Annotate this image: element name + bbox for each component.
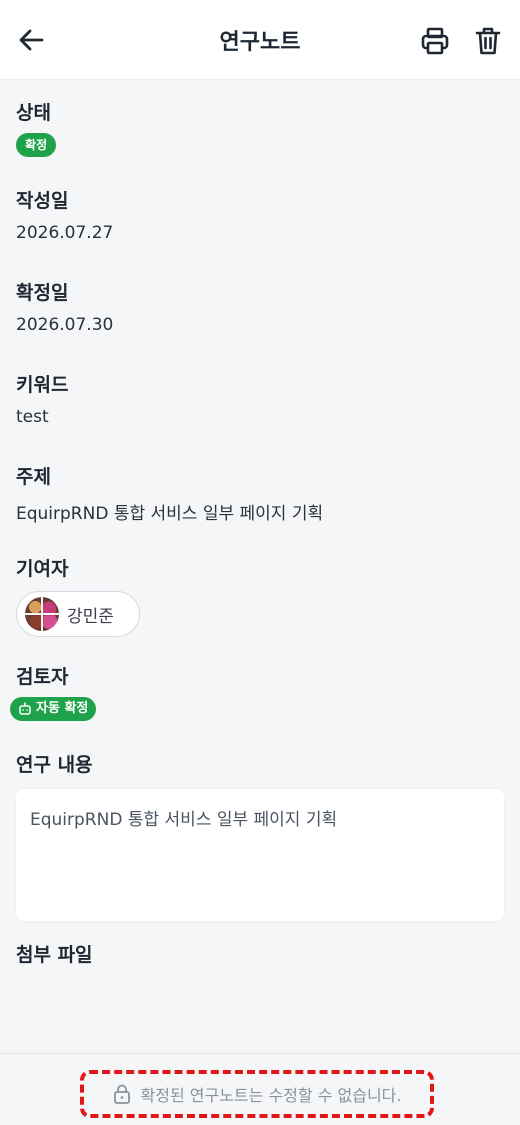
keyword-value: test [16,407,49,427]
robot-icon [19,702,31,715]
contributor-name: 강민준 [67,606,114,627]
attachments-label: 첨부 파일 [16,944,93,966]
subject-section: 주제 EquirpRND 통합 서비스 일부 페이지 기획 [16,462,323,524]
delete-button[interactable] [472,24,504,58]
reviewer-label: 검토자 [16,666,69,688]
auto-confirm-badge: 자동 확정 [10,697,97,721]
research-content-label: 연구 내용 [16,754,93,776]
footer-bar: 확정된 연구노트는 수정할 수 없습니다. [0,1053,520,1125]
trash-icon [475,27,501,55]
research-content-box: EquirpRND 통합 서비스 일부 페이지 기획 [16,789,504,921]
status-badge: 확정 [16,133,57,157]
subject-value: EquirpRND 통합 서비스 일부 페이지 기획 [16,504,324,524]
created-date-value: 2026.07.27 [16,223,114,243]
created-date-label: 작성일 [16,190,69,212]
attachments-section: 첨부 파일 [16,940,93,967]
contributor-chip[interactable]: 강민준 [16,591,140,637]
confirmed-date-value: 2026.07.30 [16,315,114,335]
subject-label: 주제 [16,466,51,488]
status-section: 상태 확정 [16,98,57,157]
lock-icon [113,1084,130,1104]
contributor-section: 기여자 강민준 [16,554,140,637]
print-button[interactable] [418,24,452,58]
keyword-label: 키워드 [16,374,69,396]
contributor-label: 기여자 [16,558,69,580]
avatar [25,597,59,631]
status-label: 상태 [16,102,51,124]
auto-confirm-text: 자동 확정 [36,701,89,716]
research-content-section: 연구 내용 EquirpRND 통합 서비스 일부 페이지 기획 [16,750,504,921]
top-app-bar: 연구노트 [0,0,520,80]
keyword-section: 키워드 test [16,370,68,427]
created-date-section: 작성일 2026.07.27 [16,186,113,243]
read-only-notice-text: 확정된 연구노트는 수정할 수 없습니다. [140,1086,402,1105]
confirmed-date-section: 확정일 2026.07.30 [16,278,113,335]
read-only-notice: 확정된 연구노트는 수정할 수 없습니다. [80,1070,434,1118]
confirmed-date-label: 확정일 [16,282,69,304]
reviewer-section: 검토자 자동 확정 [10,662,97,721]
printer-icon [421,27,449,55]
